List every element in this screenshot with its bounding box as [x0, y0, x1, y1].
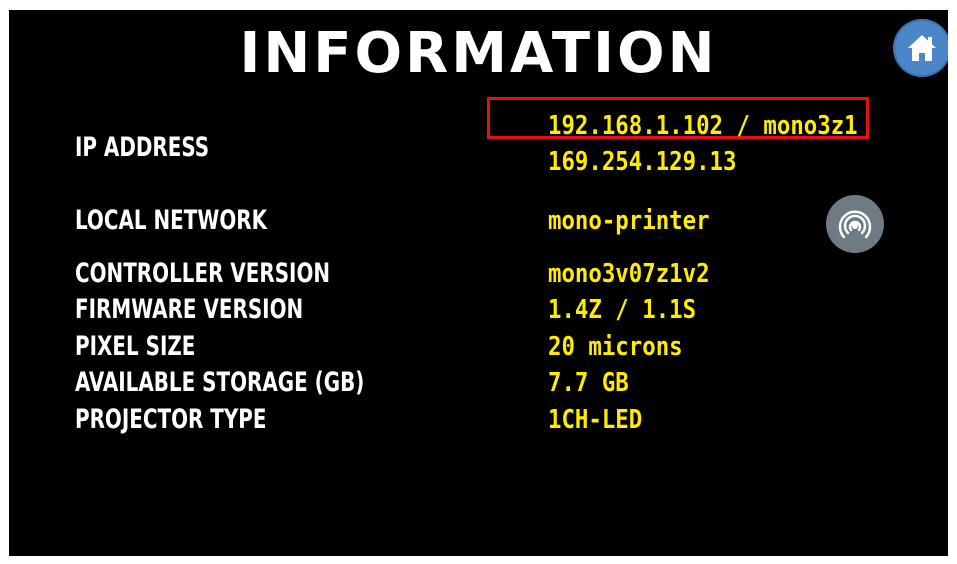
pixel-size-label: PIXEL SIZE [75, 331, 196, 362]
network-button[interactable] [826, 195, 884, 253]
home-button[interactable] [893, 19, 948, 77]
controller-version-label: CONTROLLER VERSION [75, 258, 331, 289]
ip-address-label: IP ADDRESS [75, 132, 210, 163]
firmware-version-value: 1.4Z / 1.1S [548, 295, 697, 325]
projector-type-value: 1CH-LED [548, 405, 643, 435]
wifi-hotspot-icon [838, 210, 872, 239]
info-screen: INFORMATION IP ADDRESS 192.168.1.102 / m… [9, 10, 948, 556]
ip-address-secondary-value: 169.254.129.13 [548, 147, 737, 177]
controller-version-value: mono3v07z1v2 [548, 259, 710, 289]
local-network-label: LOCAL NETWORK [75, 205, 268, 236]
home-icon [908, 35, 936, 61]
available-storage-value: 7.7 GB [548, 368, 629, 398]
projector-type-label: PROJECTOR TYPE [75, 404, 267, 435]
firmware-version-label: FIRMWARE VERSION [75, 294, 304, 325]
pixel-size-value: 20 microns [548, 332, 683, 362]
ip-address-primary-value: 192.168.1.102 / mono3z1 [548, 111, 858, 141]
page-title: INFORMATION [239, 21, 718, 86]
available-storage-label: AVAILABLE STORAGE (GB) [75, 367, 365, 398]
local-network-value: mono-printer [548, 206, 710, 236]
